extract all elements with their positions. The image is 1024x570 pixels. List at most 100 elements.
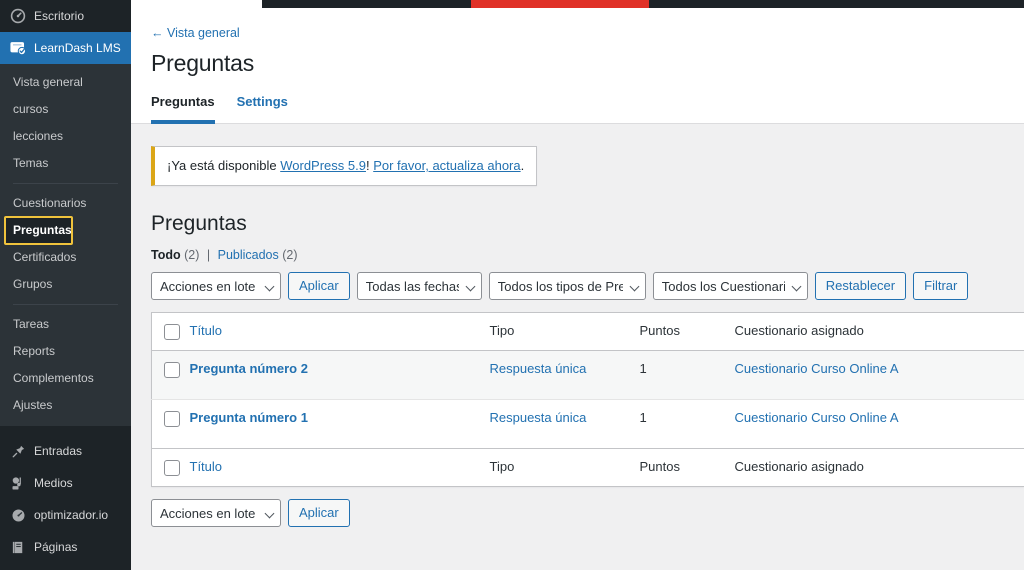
column-header-points: Puntos bbox=[639, 312, 735, 351]
row-title-cell: Pregunta número 1 bbox=[190, 400, 490, 449]
select-all-header bbox=[151, 312, 190, 351]
question-title-link[interactable]: Pregunta número 2 bbox=[190, 361, 308, 376]
notice-prefix: ¡Ya está disponible bbox=[167, 158, 281, 173]
table-row[interactable]: Pregunta número 1 Respuesta única 1 Cues… bbox=[151, 399, 1024, 449]
submenu-item-vista-general[interactable]: Vista general bbox=[0, 69, 131, 96]
submenu-item-reports[interactable]: Reports bbox=[0, 338, 131, 365]
sidebar-item-optimizador-io[interactable]: optimizador.io bbox=[0, 499, 131, 531]
sidebar-item-medios[interactable]: Medios bbox=[0, 467, 131, 499]
loading-progress-bar bbox=[262, 0, 1024, 8]
tablenav-bottom: Acciones en lote Aplicar bbox=[151, 499, 1024, 527]
apply-button-top[interactable]: Aplicar bbox=[288, 272, 350, 300]
submenu-item-temas[interactable]: Temas bbox=[0, 150, 131, 177]
submenu-item-ajustes[interactable]: Ajustes bbox=[0, 392, 131, 419]
apply-button-bottom[interactable]: Aplicar bbox=[288, 499, 350, 527]
select-all-checkbox-bottom[interactable] bbox=[164, 460, 180, 476]
dates-filter-wrap: Todas las fechas bbox=[356, 272, 482, 300]
row-type-cell: Respuesta única bbox=[489, 350, 640, 400]
update-now-link[interactable]: Por favor, actualiza ahora bbox=[373, 158, 520, 173]
table-row[interactable]: Pregunta número 2 Respuesta única 1 Cues… bbox=[151, 350, 1024, 400]
table-head: Título Tipo Puntos Cuestionario asignado bbox=[151, 312, 1024, 351]
types-filter-select[interactable]: Todos los tipos de Pregun... bbox=[488, 272, 646, 300]
questions-table: Título Tipo Puntos Cuestionario asignado… bbox=[151, 312, 1024, 487]
sidebar-item-label: Medios bbox=[34, 476, 73, 490]
dates-filter-select[interactable]: Todas las fechas bbox=[356, 272, 482, 300]
row-checkbox[interactable] bbox=[164, 411, 180, 427]
sort-title-link-top[interactable]: Título bbox=[190, 323, 223, 338]
submenu-item-preguntas[interactable]: Preguntas bbox=[4, 216, 73, 245]
sort-title-link-bottom[interactable]: Título bbox=[190, 459, 223, 474]
column-header-quiz: Cuestionario asignado bbox=[734, 312, 1024, 351]
submenu-divider bbox=[13, 304, 118, 305]
sidebar-item-paginas[interactable]: Páginas bbox=[0, 531, 131, 563]
tab-settings[interactable]: Settings bbox=[237, 94, 288, 124]
column-footer-title: Título bbox=[189, 448, 490, 487]
sidebar-item-escritorio[interactable]: Escritorio bbox=[0, 0, 131, 32]
sidebar-group-divider bbox=[0, 426, 131, 435]
sidebar-item-label: Escritorio bbox=[34, 9, 85, 23]
row-quiz-cell: Cuestionario Curso Online A bbox=[735, 400, 1024, 449]
list-views: Todo (2) | Publicados (2) bbox=[151, 248, 1024, 262]
bulk-actions-select-top[interactable]: Acciones en lote bbox=[151, 272, 281, 300]
pages-icon bbox=[9, 538, 27, 556]
assigned-quiz-link[interactable]: Cuestionario Curso Online A bbox=[735, 361, 899, 376]
table-body: Pregunta número 2 Respuesta única 1 Cues… bbox=[151, 350, 1024, 449]
learndash-submenu: Vista general cursos lecciones Temas Cue… bbox=[0, 64, 131, 426]
wordpress-version-link[interactable]: WordPress 5.9 bbox=[280, 158, 366, 173]
speedometer-icon bbox=[9, 506, 27, 524]
sidebar-item-label: LearnDash LMS bbox=[34, 41, 121, 55]
notice-suffix: . bbox=[520, 158, 525, 173]
submenu-divider bbox=[13, 183, 118, 184]
submenu-item-certificados[interactable]: Certificados bbox=[0, 244, 131, 271]
view-publicados-count: (2) bbox=[282, 248, 298, 262]
submenu-item-lecciones[interactable]: lecciones bbox=[0, 123, 131, 150]
page-title: Preguntas bbox=[151, 50, 255, 76]
dashboard-icon bbox=[9, 7, 27, 25]
filter-button[interactable]: Filtrar bbox=[913, 272, 969, 300]
row-type-cell: Respuesta única bbox=[490, 400, 640, 449]
row-quiz-cell: Cuestionario Curso Online A bbox=[734, 350, 1024, 400]
sidebar-item-comentarios[interactable]: Comentarios bbox=[0, 563, 131, 570]
main-content: ← Vista general Preguntas Preguntas Sett… bbox=[131, 0, 1024, 570]
table-footer-row: Título Tipo Puntos Cuestionario asignado bbox=[151, 448, 1024, 487]
views-separator: | bbox=[206, 248, 211, 262]
quiz-filter-wrap: Todos los Cuestionarios bbox=[652, 272, 808, 300]
row-title-cell: Pregunta número 2 bbox=[189, 350, 490, 400]
tab-preguntas[interactable]: Preguntas bbox=[151, 94, 215, 124]
submenu-item-tareas[interactable]: Tareas bbox=[0, 311, 131, 338]
question-type-link[interactable]: Respuesta única bbox=[490, 361, 587, 376]
assigned-quiz-link[interactable]: Cuestionario Curso Online A bbox=[735, 410, 899, 425]
submenu-item-grupos[interactable]: Grupos bbox=[0, 271, 131, 298]
page-tabs: Preguntas Settings bbox=[151, 94, 1024, 124]
question-type-link[interactable]: Respuesta única bbox=[490, 410, 587, 425]
question-title-link[interactable]: Pregunta número 1 bbox=[190, 410, 308, 425]
column-footer-type: Tipo bbox=[489, 448, 640, 487]
tablenav-top: Acciones en lote Aplicar Todas las fecha… bbox=[151, 272, 1024, 300]
quiz-filter-select[interactable]: Todos los Cuestionarios bbox=[652, 272, 808, 300]
sidebar-item-label: Entradas bbox=[34, 444, 83, 458]
learndash-icon bbox=[9, 39, 27, 57]
submenu-item-cuestionarios[interactable]: Cuestionarios bbox=[0, 190, 131, 217]
row-checkbox[interactable] bbox=[164, 362, 180, 378]
back-to-overview-link[interactable]: ← Vista general bbox=[151, 26, 240, 40]
sidebar-item-entradas[interactable]: Entradas bbox=[0, 435, 131, 467]
column-header-type: Tipo bbox=[489, 312, 640, 351]
reset-button[interactable]: Restablecer bbox=[814, 272, 907, 300]
select-all-footer bbox=[151, 448, 190, 487]
row-points-cell: 1 bbox=[639, 410, 647, 425]
submenu-item-complementos[interactable]: Complementos bbox=[0, 365, 131, 392]
types-filter-wrap: Todos los tipos de Pregun... bbox=[488, 272, 646, 300]
column-footer-quiz: Cuestionario asignado bbox=[734, 448, 1024, 487]
sidebar-bottom-group: Entradas Medios optimizador.io Páginas bbox=[0, 435, 131, 570]
sidebar-top-group: Escritorio LearnDash LMS Vista general c… bbox=[0, 0, 131, 426]
wp-admin-screen: Escritorio LearnDash LMS Vista general c… bbox=[0, 0, 1024, 570]
view-publicados[interactable]: Publicados bbox=[218, 248, 279, 262]
sidebar-item-learndash-lms[interactable]: LearnDash LMS bbox=[0, 32, 131, 64]
bulk-actions-select-bottom[interactable]: Acciones en lote bbox=[151, 499, 281, 527]
submenu-item-cursos[interactable]: cursos bbox=[0, 96, 131, 123]
select-all-checkbox-top[interactable] bbox=[164, 324, 180, 340]
view-todo-count: (2) bbox=[184, 248, 200, 262]
view-todo[interactable]: Todo bbox=[151, 248, 181, 262]
loading-progress-fill bbox=[471, 0, 649, 8]
row-select-cell bbox=[151, 350, 190, 400]
